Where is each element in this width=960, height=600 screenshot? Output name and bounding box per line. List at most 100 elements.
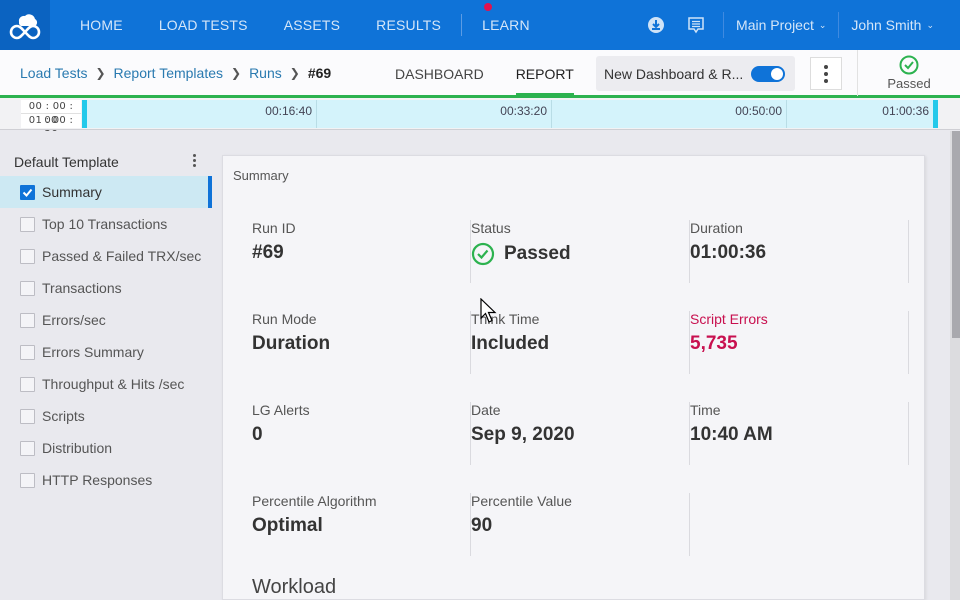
section-item-errors-summary[interactable]: Errors Summary	[0, 336, 212, 368]
section-checkbox[interactable]	[20, 280, 35, 296]
timeline-end-handle[interactable]	[933, 100, 938, 128]
kebab-dot	[824, 64, 828, 69]
section-label: Passed & Failed TRX/sec	[42, 248, 202, 264]
section-item-summary[interactable]: Summary	[0, 176, 212, 208]
section-item-top-10-transactions[interactable]: Top 10 Transactions	[0, 208, 212, 240]
breadcrumb: Load Tests ❯ Report Templates ❯ Runs ❯ #…	[20, 50, 331, 96]
section-checkbox[interactable]	[20, 312, 35, 328]
nav-learn[interactable]: LEARN	[482, 3, 530, 33]
user-menu[interactable]: John Smith ⌄	[851, 17, 934, 33]
section-label: Summary	[42, 184, 102, 200]
section-item-errors-sec[interactable]: Errors/sec	[0, 304, 212, 336]
section-checkbox[interactable]	[20, 440, 35, 456]
metric-value: Duration	[252, 333, 331, 354]
section-list: Summary Top 10 Transactions Passed & Fai…	[0, 176, 212, 496]
view-tabs: DASHBOARD REPORT	[395, 50, 606, 97]
tab-report[interactable]: REPORT	[515, 50, 574, 97]
section-label: Scripts	[42, 408, 85, 424]
section-item-transactions[interactable]: Transactions	[0, 272, 212, 304]
tab-dashboard[interactable]: DASHBOARD	[395, 50, 484, 96]
summary-panel: Summary Run ID #69 Status Passed Duratio…	[222, 155, 925, 600]
template-options-button[interactable]	[190, 153, 198, 169]
workload-heading: Workload	[252, 576, 337, 598]
metric-label: Percentile Value	[471, 493, 572, 509]
nav-results[interactable]: RESULTS	[376, 17, 441, 33]
metric-value: 10:40 AM	[690, 424, 773, 445]
kebab-dot	[824, 71, 828, 76]
section-label: Errors/sec	[42, 312, 106, 328]
report-sections-sidebar: Default Template Summary Top 10 Transact…	[0, 131, 220, 600]
section-checkbox[interactable]	[20, 344, 35, 360]
new-dashboard-toggle[interactable]	[751, 66, 785, 82]
section-checkbox[interactable]	[20, 248, 35, 264]
download-button[interactable]	[645, 14, 667, 36]
section-checkbox[interactable]	[20, 472, 35, 488]
metric-value: 5,735	[690, 333, 738, 354]
app-logo[interactable]	[0, 0, 50, 50]
breadcrumb-load-tests[interactable]: Load Tests	[20, 65, 87, 81]
section-item-passed-failed-trx[interactable]: Passed & Failed TRX/sec	[0, 240, 212, 272]
user-name: John Smith	[851, 17, 922, 33]
metric-label: Status	[471, 220, 511, 236]
section-item-scripts[interactable]: Scripts	[0, 400, 212, 432]
kebab-dot	[192, 159, 196, 162]
timeline-tick: 00:33:20	[317, 100, 552, 128]
metric-time: Time 10:40 AM	[690, 402, 909, 465]
breadcrumb-report-templates[interactable]: Report Templates	[114, 65, 223, 81]
metric-label: Run ID	[252, 220, 296, 236]
metric-lg-alerts: LG Alerts 0	[252, 402, 471, 465]
nav-load-tests[interactable]: LOAD TESTS	[159, 17, 248, 33]
main-nav: HOME LOAD TESTS ASSETS RESULTS LEARN	[80, 0, 566, 50]
check-circle-icon	[899, 55, 919, 75]
template-title: Default Template	[14, 154, 119, 170]
section-item-http-responses[interactable]: HTTP Responses	[0, 464, 212, 496]
nav-learn-label: LEARN	[482, 17, 530, 33]
timeline-start: 00 : 00 : 00	[21, 100, 81, 126]
page-header: Load Tests ❯ Report Templates ❯ Runs ❯ #…	[0, 50, 960, 98]
metric-duration: Duration 01:00:36	[690, 220, 909, 283]
nav-home[interactable]: HOME	[80, 17, 123, 33]
chevron-right-icon: ❯	[289, 66, 300, 80]
section-label: Errors Summary	[42, 344, 144, 360]
breadcrumb-runs[interactable]: Runs	[249, 65, 282, 81]
timeline-track[interactable]: 00:16:40 00:33:20 00:50:00 01:00:36	[82, 100, 938, 128]
section-checkbox[interactable]	[20, 408, 35, 424]
breadcrumb-current-run: #69	[307, 65, 332, 81]
section-checkbox[interactable]	[20, 216, 35, 232]
metric-value: Optimal	[252, 515, 323, 536]
section-checkbox[interactable]	[20, 184, 35, 200]
metric-script-errors[interactable]: Script Errors 5,735	[690, 311, 909, 374]
chevron-down-icon: ⌄	[926, 19, 934, 30]
chevron-right-icon: ❯	[95, 66, 106, 80]
timeline-tick: 00:16:40	[82, 100, 317, 128]
metric-value: 90	[471, 515, 493, 536]
scrollbar-thumb[interactable]	[952, 131, 960, 338]
chevron-right-icon: ❯	[231, 66, 242, 80]
metric-percentile-value: Percentile Value 90	[471, 493, 690, 556]
metric-label: Time	[690, 402, 721, 418]
section-checkbox[interactable]	[20, 376, 35, 392]
section-item-distribution[interactable]: Distribution	[0, 432, 212, 464]
timeline-tick: 01:00:36	[882, 104, 929, 118]
metric-value: 0	[252, 424, 263, 445]
more-options-button[interactable]	[810, 57, 842, 90]
page-scrollbar[interactable]	[950, 131, 960, 600]
messages-button[interactable]	[685, 14, 707, 36]
check-circle-icon	[471, 242, 495, 266]
metric-status: Status Passed	[471, 220, 690, 283]
panel-title: Summary	[233, 168, 289, 183]
nav-divider	[461, 14, 463, 36]
timeline-start-handle[interactable]	[82, 100, 87, 128]
project-selector[interactable]: Main Project ⌄	[736, 17, 826, 33]
toggle-knob	[771, 68, 783, 80]
metric-value: Passed	[504, 243, 571, 264]
section-item-throughput-hits[interactable]: Throughput & Hits /sec	[0, 368, 212, 400]
new-dashboard-toggle-label: New Dashboard & R...	[604, 65, 744, 82]
metric-label: Script Errors	[690, 311, 768, 327]
top-navigation-bar: HOME LOAD TESTS ASSETS RESULTS LEARN Mai…	[0, 0, 960, 50]
timeline-tick: 00:50:00	[552, 100, 787, 128]
nav-assets[interactable]: ASSETS	[284, 17, 340, 33]
timeline-range-readout: 00 : 00 : 00 01 : 00 : 36	[21, 100, 81, 140]
metric-label: Date	[471, 402, 501, 418]
section-label: Throughput & Hits /sec	[42, 376, 185, 392]
